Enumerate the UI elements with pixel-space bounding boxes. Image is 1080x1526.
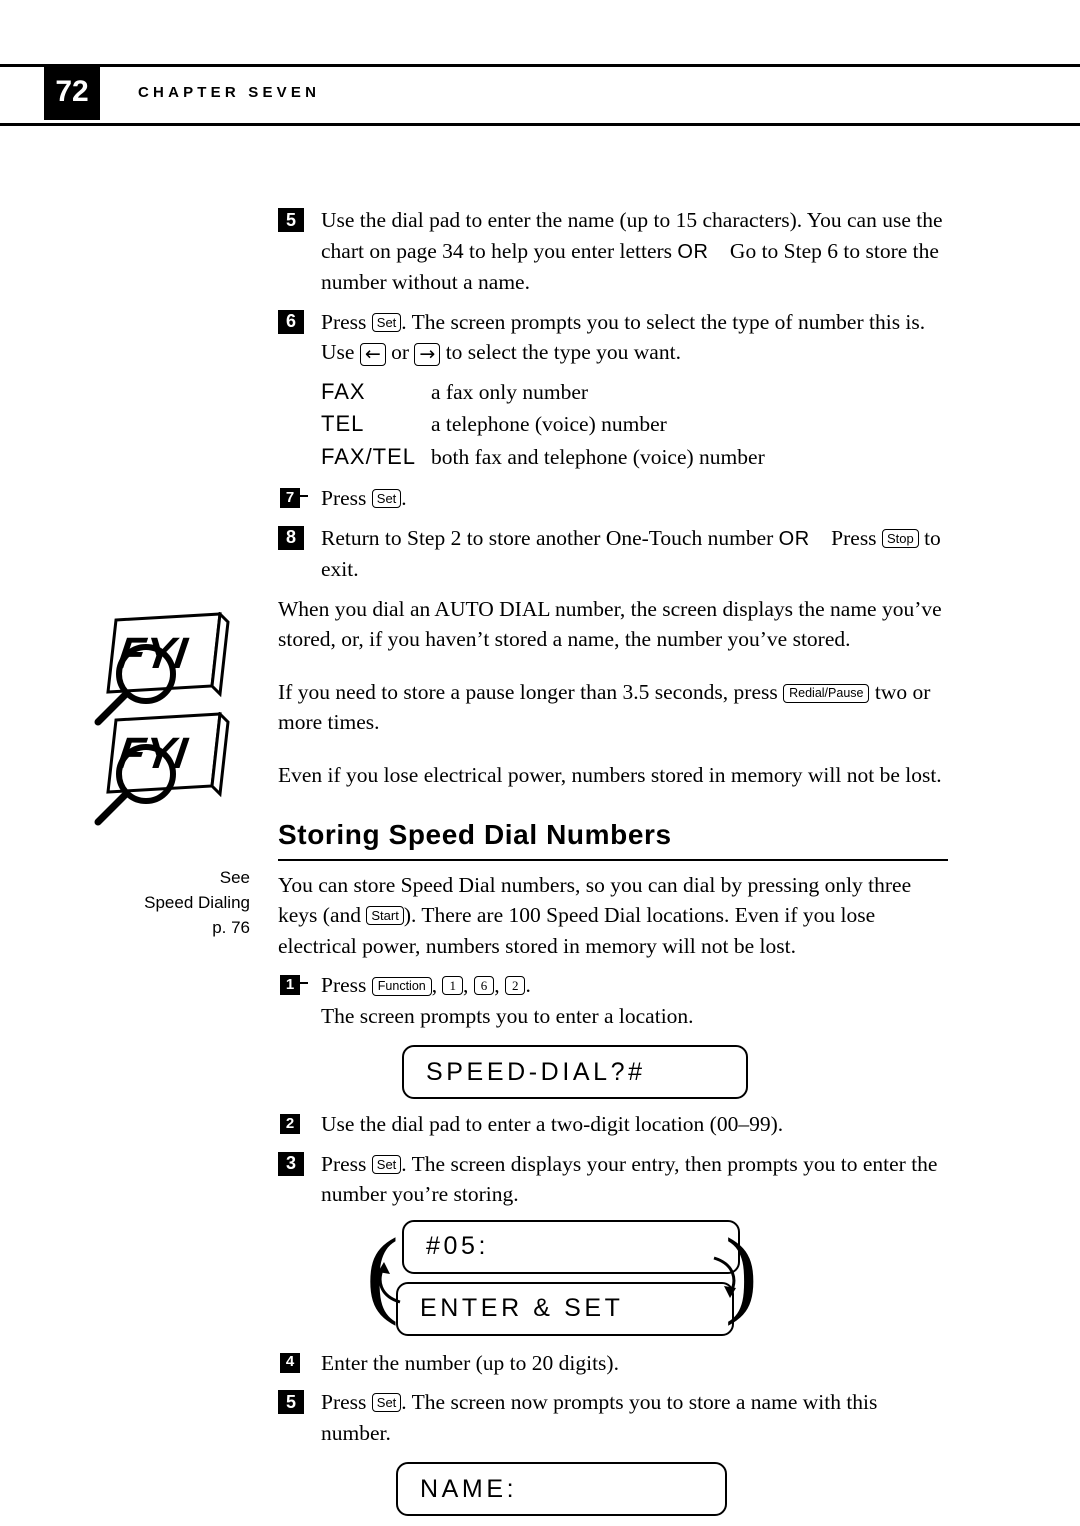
start-key[interactable]: Start (366, 906, 404, 925)
step-5-text: Use the dial pad to enter the name (up t… (321, 205, 948, 298)
cycle-arrow-down-icon (708, 1254, 748, 1300)
set-key[interactable]: Set (371, 312, 402, 332)
step-7: 7 Press Set. (278, 483, 948, 514)
step-5-number: 5 (278, 208, 304, 232)
fyi-icon-2: FYI (88, 712, 238, 832)
step-6-text: Press Set. The screen prompts you to sel… (321, 307, 948, 368)
speed-step-1: 1 Press Function, 1, 6, 2. The screen pr… (278, 970, 948, 1031)
number-type-list: FAX a fax only number TEL a telephone (v… (321, 377, 948, 473)
speed-step-4: 4 Enter the number (up to 20 digits). (278, 1348, 948, 1379)
left-arrow-key[interactable]: ← (359, 343, 386, 366)
number-type-key: FAX (321, 378, 366, 404)
speed-step-1-b: , (431, 973, 443, 997)
redial-pause-key[interactable]: Redial/Pause (783, 683, 870, 703)
auto-dial-paragraph: When you dial an AUTO DIAL number, the s… (278, 596, 942, 652)
number-type-row: FAX a fax only number (321, 377, 948, 408)
speed-step-3-a: Press (321, 1151, 372, 1176)
number-type-desc: a fax only number (431, 379, 589, 404)
speed-step-5-number: 5 (278, 1390, 304, 1414)
speed-step-1-e: . (525, 973, 531, 997)
stop-key[interactable]: Stop (881, 528, 919, 548)
step-5-or: OR (677, 240, 709, 263)
speed-step-5-text: Press Set. The screen now prompts you to… (321, 1387, 948, 1448)
lcd-entry-number: #05: (402, 1219, 740, 1274)
step-7-text-b: . (401, 486, 407, 510)
speed-step-1-d: , (494, 973, 505, 997)
speed-step-1-text: Press Function, 1, 6, 2. (321, 970, 948, 1001)
step-7-text: Press Set. (321, 483, 948, 514)
step-8: 8 Return to Step 2 to store another One-… (278, 523, 948, 585)
section-title: Storing Speed Dial Numbers (278, 819, 948, 861)
speed-step-2-text: Use the dial pad to enter a two-digit lo… (321, 1112, 784, 1136)
page-header: 72 CHAPTER SEVEN (0, 64, 1080, 126)
set-key[interactable]: Set (371, 1393, 402, 1412)
step-8-text: Return to Step 2 to store another One-To… (321, 523, 948, 585)
number-type-row: FAX/TEL both fax and telephone (voice) n… (321, 442, 948, 473)
speed-step-1-followup: The screen prompts you to enter a locati… (321, 1003, 694, 1028)
step-6-text-a: Press (321, 309, 372, 334)
section-intro: You can store Speed Dial numbers, so you… (278, 870, 948, 962)
speed-step-1-c: , (462, 973, 474, 997)
main-content: 5 Use the dial pad to enter the name (up… (278, 205, 948, 1526)
function-key[interactable]: Function (371, 977, 432, 996)
number-type-desc: a telephone (voice) number (431, 412, 667, 436)
step-8-or: OR (778, 527, 810, 550)
step-6-number: 6 (278, 309, 304, 334)
set-key[interactable]: Set (371, 489, 402, 508)
page-number: 72 (44, 64, 100, 120)
speed-step-5-b: . The screen now prompts you to store a … (321, 1390, 878, 1445)
lcd-speed-dial-prompt: SPEED-DIAL?# (402, 1045, 748, 1099)
pause-text-a: If you need to store a pause longer than… (278, 679, 784, 704)
side-note-line-2: Speed Dialing (144, 893, 250, 912)
power-loss-paragraph: Even if you lose electrical power, numbe… (278, 762, 942, 787)
chapter-label: CHAPTER SEVEN (138, 83, 321, 101)
step-6: 6 Press Set. The screen prompts you to s… (278, 307, 948, 368)
side-note-line-3: p. 76 (212, 918, 250, 937)
number-type-key: FAX/TEL (321, 443, 417, 469)
lcd-name-prompt: NAME: (396, 1462, 727, 1516)
step-6-text-c: or (385, 340, 415, 364)
lcd-name-prompt-wrap: NAME: (278, 1462, 948, 1516)
step-7-number: 7 (280, 488, 308, 508)
step-6-text-d: to select the type you want. (440, 340, 681, 364)
step-8-text-a: Return to Step 2 to store another One-To… (321, 525, 779, 550)
speed-step-2: 2 Use the dial pad to enter a two-digit … (278, 1109, 948, 1140)
side-note-line-1: See (219, 868, 250, 887)
speed-step-5: 5 Press Set. The screen now prompts you … (278, 1387, 948, 1448)
speed-step-3-text: Press Set. The screen displays your entr… (321, 1149, 948, 1210)
step-8-number: 8 (278, 525, 304, 550)
step-8-text-b: Press (831, 525, 882, 550)
speed-step-1-a: Press (321, 973, 372, 997)
speed-step-4-number: 4 (280, 1352, 300, 1373)
step-5: 5 Use the dial pad to enter the name (up… (278, 205, 948, 298)
number-type-desc: both fax and telephone (voice) number (431, 444, 765, 469)
speed-step-5-a: Press (321, 1390, 372, 1414)
side-note: See Speed Dialing p. 76 (120, 865, 250, 940)
number-type-key: TEL (321, 411, 365, 436)
lcd-enter-and-set: ENTER & SET (396, 1281, 734, 1336)
speed-step-4-text: Enter the number (up to 20 digits). (321, 1350, 619, 1375)
speed-step-3: 3 Press Set. The screen displays your en… (278, 1149, 948, 1210)
digit-6-key[interactable]: 6 (473, 976, 495, 995)
speed-step-3-b: . The screen displays your entry, then p… (321, 1151, 938, 1207)
number-type-row: TEL a telephone (voice) number (321, 409, 948, 440)
speed-step-1-number: 1 (280, 975, 308, 995)
right-arrow-key[interactable]: → (414, 343, 441, 366)
step-7-text-a: Press (321, 486, 372, 510)
speed-step-3-number: 3 (278, 1151, 304, 1176)
set-key[interactable]: Set (371, 1154, 402, 1174)
digit-1-key[interactable]: 1 (442, 976, 463, 995)
cycle-arrow-up-icon (366, 1260, 406, 1306)
pause-paragraph: If you need to store a pause longer than… (278, 677, 948, 738)
lcd-toggle-group: ( ) #05: ENTER & SET (278, 1219, 948, 1344)
digit-2-key[interactable]: 2 (504, 976, 526, 995)
lcd-speed-dial-prompt-wrap: SPEED-DIAL?# (278, 1045, 948, 1099)
speed-step-2-number: 2 (280, 1114, 300, 1134)
